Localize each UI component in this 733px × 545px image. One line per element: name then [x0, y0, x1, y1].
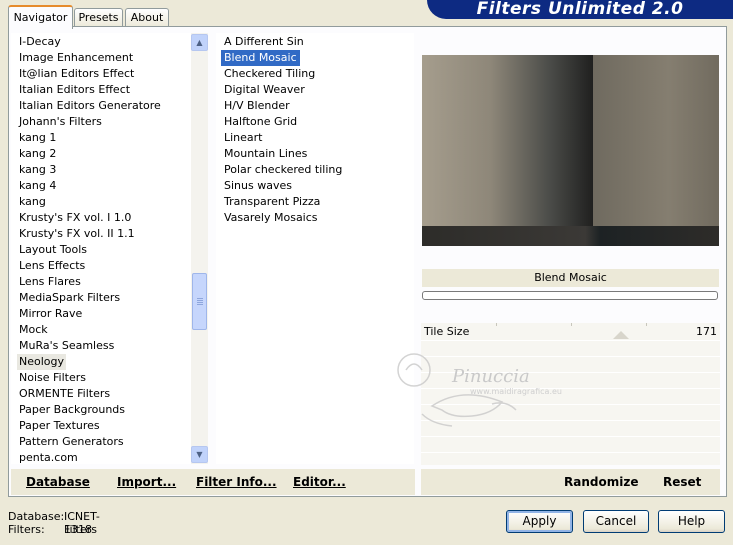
category-item[interactable]: Krusty's FX vol. I 1.0 — [19, 210, 131, 226]
reset-button[interactable]: Reset — [663, 469, 701, 495]
cancel-button-label: Cancel — [595, 514, 637, 528]
category-item[interactable]: Italian Editors Generatore — [19, 98, 161, 114]
category-item[interactable]: Krusty's FX vol. II 1.1 — [19, 226, 135, 242]
category-item[interactable]: Paper Backgrounds — [19, 402, 125, 418]
category-list[interactable]: I-Decay Image Enhancement It@lian Editors … — [11, 33, 191, 464]
app-title-banner: Filters Unlimited 2.0 — [427, 0, 733, 19]
apply-button-label: Apply — [522, 514, 557, 528]
parameter-row-empty — [421, 389, 720, 405]
parameter-row-empty — [421, 405, 720, 421]
filter-item[interactable]: A Different Sin — [224, 34, 304, 50]
filter-item[interactable]: Checkered Tiling — [224, 66, 315, 82]
parameter-label: Tile Size — [424, 325, 470, 338]
filter-item[interactable]: Transparent Pizza — [224, 194, 320, 210]
tab-about[interactable]: About — [125, 8, 169, 27]
category-item[interactable]: kang — [19, 194, 46, 210]
tab-about-label: About — [130, 11, 164, 24]
category-item[interactable]: MuRa's Seamless — [19, 338, 114, 354]
parameter-value: 171 — [696, 325, 717, 338]
parameter-row-empty — [421, 437, 720, 453]
app-title: Filters Unlimited 2.0 — [476, 0, 684, 19]
tab-navigator[interactable]: Navigator — [8, 5, 73, 29]
chevron-up-icon: ▲ — [196, 38, 203, 47]
parameter-row-empty — [421, 357, 720, 373]
parameter-row-tile-size[interactable]: Tile Size 171 — [421, 323, 720, 341]
category-item[interactable]: ORMENTE Filters — [19, 386, 110, 402]
category-item[interactable]: I-Decay — [19, 34, 61, 50]
filters-value: 1318 — [64, 523, 92, 536]
database-button[interactable]: Database — [26, 469, 90, 495]
filter-list[interactable]: A Different Sin Blend Mosaic Checkered Til… — [216, 33, 414, 464]
progress-bar — [422, 291, 718, 300]
category-item[interactable]: It@lian Editors Effect — [19, 66, 134, 82]
scroll-down-button[interactable]: ▼ — [191, 446, 208, 463]
apply-button[interactable]: Apply — [506, 510, 573, 533]
help-button[interactable]: Help — [658, 510, 725, 533]
category-item[interactable]: kang 3 — [19, 162, 56, 178]
category-item[interactable]: kang 1 — [19, 130, 56, 146]
filter-item[interactable]: Vasarely Mosaics — [224, 210, 318, 226]
current-filter-name: Blend Mosaic — [422, 269, 719, 287]
category-item[interactable]: Mirror Rave — [19, 306, 82, 322]
category-item[interactable]: Italian Editors Effect — [19, 82, 130, 98]
filter-item[interactable]: H/V Blender — [224, 98, 290, 114]
category-item[interactable]: Lens Effects — [19, 258, 85, 274]
filter-item[interactable]: Digital Weaver — [224, 82, 305, 98]
scroll-thumb[interactable] — [192, 273, 207, 330]
category-item[interactable]: kang 4 — [19, 178, 56, 194]
category-item[interactable]: Paper Textures — [19, 418, 100, 434]
category-item[interactable]: kang 2 — [19, 146, 56, 162]
parameter-sliders[interactable]: Tile Size 171 — [421, 323, 720, 465]
parameter-row-empty — [421, 421, 720, 437]
editor-button[interactable]: Editor... — [293, 469, 346, 495]
category-item[interactable]: Lens Flares — [19, 274, 81, 290]
filter-info-button[interactable]: Filter Info... — [196, 469, 277, 495]
parameter-row-empty — [421, 373, 720, 389]
parameter-actions-bar: Randomize Reset — [421, 469, 720, 495]
filter-item[interactable]: Halftone Grid — [224, 114, 297, 130]
help-button-label: Help — [677, 514, 706, 528]
database-label: Database: — [8, 510, 65, 523]
tab-presets-label: Presets — [78, 11, 119, 24]
cancel-button[interactable]: Cancel — [583, 510, 649, 533]
filter-item[interactable]: Sinus waves — [224, 178, 292, 194]
chevron-down-icon: ▼ — [196, 450, 203, 459]
category-item[interactable]: Pattern Generators — [19, 434, 124, 450]
category-item[interactable]: Layout Tools — [19, 242, 87, 258]
category-item[interactable]: Mock — [19, 322, 48, 338]
import-button[interactable]: Import... — [117, 469, 176, 495]
filter-item[interactable]: Polar checkered tiling — [224, 162, 342, 178]
filters-label: Filters: — [8, 523, 45, 536]
filter-item[interactable]: Lineart — [224, 130, 263, 146]
list-actions-bar: Database Import... Filter Info... Editor… — [11, 469, 415, 495]
tab-presets[interactable]: Presets — [74, 8, 123, 27]
status-info: Database: ICNET-Filters Filters: 1318 — [8, 510, 100, 536]
scroll-up-button[interactable]: ▲ — [191, 34, 208, 51]
filter-item[interactable]: Blend Mosaic — [221, 50, 300, 66]
randomize-button[interactable]: Randomize — [564, 469, 638, 495]
parameter-row-empty — [421, 341, 720, 357]
category-item[interactable]: penta.com — [19, 450, 78, 466]
filter-item[interactable]: Mountain Lines — [224, 146, 307, 162]
category-item[interactable]: Neology — [17, 354, 67, 370]
category-scrollbar[interactable]: ▲ ▼ — [191, 33, 208, 464]
tab-navigator-label: Navigator — [13, 11, 68, 24]
category-item[interactable]: Johann's Filters — [19, 114, 102, 130]
category-item[interactable]: Image Enhancement — [19, 50, 133, 66]
category-item[interactable]: Noise Filters — [19, 370, 86, 386]
category-item[interactable]: MediaSpark Filters — [19, 290, 120, 306]
preview-image — [422, 55, 719, 246]
